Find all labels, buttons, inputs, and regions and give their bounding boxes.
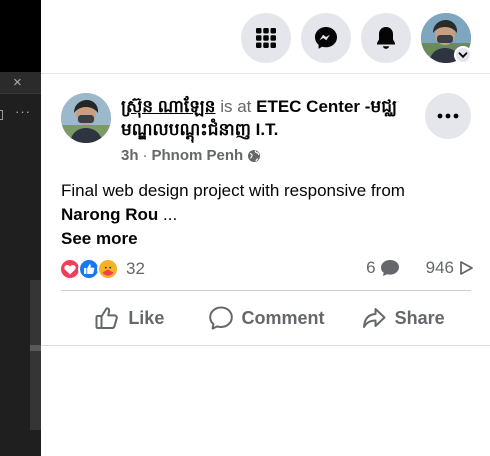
thumbs-up-icon [84,264,95,274]
see-more-link[interactable]: See more [61,227,471,251]
care-reaction-icon [97,258,119,280]
care-face-icon [101,262,115,276]
messenger-button[interactable] [301,13,351,63]
post-meta: 3h · Phnom Penh [121,147,261,164]
comment-bubble-icon [380,260,399,276]
like-button[interactable]: Like [61,296,198,340]
share-button[interactable]: Share [334,296,471,340]
avatar-photo [61,93,111,143]
menu-button[interactable] [241,13,291,63]
scrollbar-thumb[interactable] [30,345,41,351]
share-label: Share [394,307,445,328]
chevron-down-icon [458,52,468,59]
globe-icon[interactable] [247,149,261,163]
panel-icon[interactable] [0,110,3,120]
account-menu-caret[interactable] [454,46,472,64]
comment-count[interactable]: 6 [366,258,375,278]
reaction-count[interactable]: 32 [126,259,145,279]
adjacent-window: × ··· [0,0,41,456]
close-icon[interactable]: × [13,74,22,92]
feed-post: ស្រ៊ុន ណាឡែន is at ETEC Center -មជ្ឈមណ្ឌ… [41,75,490,346]
comment-button[interactable]: Comment [198,296,335,340]
top-navigation [41,0,490,74]
comment-label: Comment [241,307,325,328]
more-icon[interactable]: ··· [15,104,31,119]
post-options-button[interactable] [425,93,471,139]
meta-separator: · [142,147,148,164]
post-text: Final web design project with responsive… [61,181,405,200]
share-icon [362,308,386,328]
grid-menu-icon [256,28,276,48]
bell-icon [377,27,395,49]
post-actions: Like Comment Share [61,296,471,340]
post-body: Final web design project with responsive… [61,179,471,251]
truncation-ellipsis: ... [158,205,178,224]
engagement-stats: 6 946 [366,258,474,278]
post-time-link[interactable]: 3h [121,147,139,164]
messenger-icon [315,27,337,49]
mention-link[interactable]: Narong Rou [61,205,158,224]
thumbs-up-icon [95,307,119,329]
notifications-button[interactable] [361,13,411,63]
post-actions-divider [61,290,471,291]
reaction-summary[interactable]: 32 [59,257,145,281]
author-name-link[interactable]: ស្រ៊ុន ណាឡែន [121,97,215,116]
adjacent-window-titlebar [0,0,41,72]
location-link[interactable]: Phnom Penh [152,147,244,164]
more-horizontal-icon [437,113,459,119]
scrollbar[interactable] [30,280,41,430]
share-arrow-icon [460,261,473,275]
post-header: ស្រ៊ុន ណាឡែន is at ETEC Center -មជ្ឈមណ្ឌ… [121,95,421,141]
share-count[interactable]: 946 [426,258,454,278]
comment-icon [208,306,233,330]
is-at-text: is at [220,97,252,116]
like-label: Like [128,307,165,328]
heart-icon [64,264,76,274]
screen: × ··· ស្រ៊ុន ណាឡែន is at ETEC Center -មជ… [0,0,490,456]
author-avatar[interactable] [61,93,111,143]
